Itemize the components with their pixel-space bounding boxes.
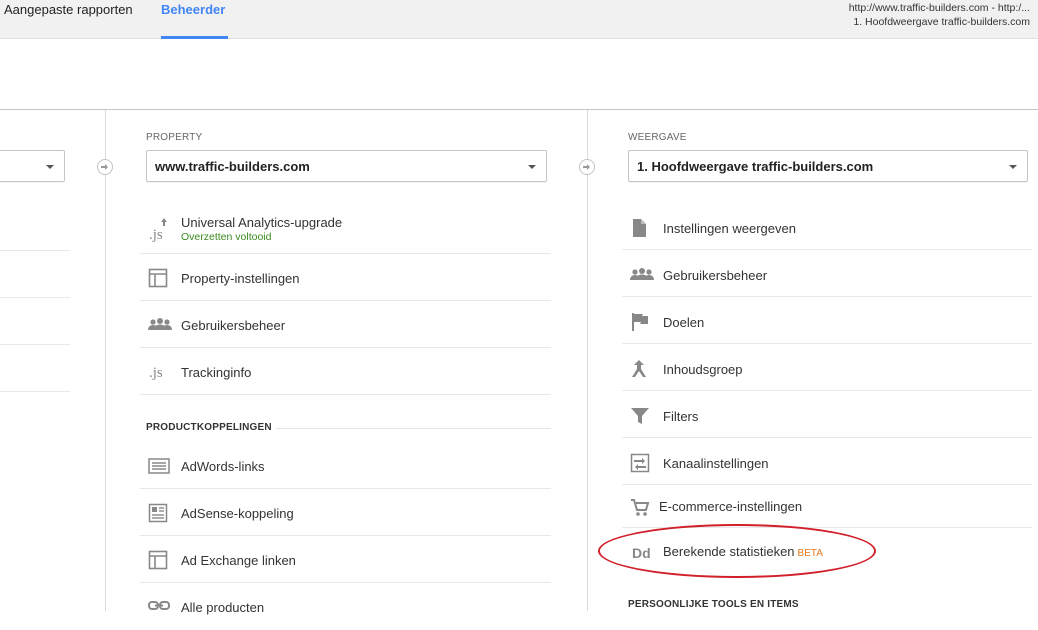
column-divider (587, 110, 588, 611)
svg-text:.js: .js (149, 227, 163, 242)
users-icon (630, 265, 654, 285)
js-icon: .js (148, 360, 170, 381)
tab-custom-reports[interactable]: Aangepaste rapporten (4, 0, 133, 38)
view-item-label: Kanaalinstellingen (663, 456, 769, 471)
view-item-goals[interactable]: Doelen (622, 297, 1032, 344)
ad-exchange-icon (148, 550, 170, 570)
account-item[interactable] (0, 251, 70, 298)
link-item-label: AdSense-koppeling (181, 506, 294, 521)
property-icon (148, 268, 170, 288)
view-item-label: Filters (663, 409, 699, 424)
header-divider (0, 109, 1038, 110)
property-item-settings[interactable]: Property-instellingen (140, 254, 551, 301)
upgrade-status: Overzetten voltooid (181, 231, 272, 243)
view-item-content-group[interactable]: Inhoudsgroep (622, 344, 1032, 391)
flag-icon (630, 312, 652, 332)
view-item-label: Doelen (663, 315, 705, 330)
link-item-label: Ad Exchange linken (181, 553, 296, 568)
channel-icon (630, 453, 652, 473)
property-item-label: Gebruikersbeheer (181, 318, 286, 333)
property-item-tracking[interactable]: .js Trackinginfo (140, 348, 551, 395)
cart-icon (630, 498, 652, 518)
link-icon (148, 597, 170, 617)
document-icon (630, 218, 652, 238)
view-item-users[interactable]: Gebruikersbeheer (622, 250, 1032, 297)
account-info[interactable]: http://www.traffic-builders.com - http:/… (849, 1, 1030, 29)
link-item-adwords[interactable]: AdWords-links (140, 442, 551, 489)
view-item-channel-settings[interactable]: Kanaalinstellingen (622, 438, 1032, 485)
property-select[interactable]: www.traffic-builders.com (146, 150, 547, 182)
view-item-label: E-commerce-instellingen (659, 499, 803, 514)
arrow-right-icon (579, 159, 595, 175)
account-item[interactable] (0, 204, 70, 251)
adwords-icon (148, 456, 170, 476)
filter-icon (630, 406, 652, 426)
view-select[interactable]: 1. Hoofdweergave traffic-builders.com (628, 150, 1028, 182)
section-divider (276, 428, 551, 429)
chevron-down-icon (528, 165, 536, 169)
view-item-label: Gebruikersbeheer (663, 268, 768, 283)
property-column-label: PROPERTY (146, 132, 203, 143)
account-select[interactable] (0, 150, 65, 182)
link-item-adsense[interactable]: AdSense-koppeling (140, 489, 551, 536)
users-icon (148, 315, 172, 335)
svg-text:.js: .js (149, 365, 163, 381)
view-item-label: Instellingen weergeven (663, 221, 796, 236)
view-column-label: WEERGAVE (628, 132, 687, 143)
top-bar: Aangepaste rapporten Beheerder http://ww… (0, 0, 1038, 39)
view-item-label: Inhoudsgroep (663, 362, 743, 377)
property-item-label: Trackinginfo (181, 365, 252, 380)
account-url: http://www.traffic-builders.com - http:/… (848, 2, 1030, 14)
view-item-ecommerce[interactable]: E-commerce-instellingen (622, 485, 1032, 528)
personal-tools-heading: PERSOONLIJKE TOOLS EN ITEMS (628, 599, 799, 610)
active-tab-indicator (161, 36, 228, 39)
tab-admin[interactable]: Beheerder (161, 0, 228, 39)
highlight-ellipse (598, 524, 876, 578)
account-view: 1. Hoofdweergave traffic-builders.com (853, 16, 1030, 28)
view-select-value: 1. Hoofdweergave traffic-builders.com (637, 159, 874, 174)
link-item-all-products[interactable]: Alle producten (140, 583, 551, 630)
property-item-label: Universal Analytics-upgrade (181, 215, 343, 230)
property-select-value: www.traffic-builders.com (155, 159, 310, 174)
link-item-label: Alle producten (181, 600, 265, 615)
column-divider (105, 110, 106, 611)
property-item-label: Property-instellingen (181, 271, 300, 286)
property-item-users[interactable]: Gebruikersbeheer (140, 301, 551, 348)
link-item-ad-exchange[interactable]: Ad Exchange linken (140, 536, 551, 583)
view-item-filters[interactable]: Filters (622, 391, 1032, 438)
tab-admin-label: Beheerder (161, 2, 226, 17)
account-item[interactable] (0, 298, 70, 345)
content-group-icon (630, 359, 652, 379)
arrow-right-icon (97, 159, 113, 175)
adsense-icon (148, 503, 170, 523)
property-item-ua-upgrade[interactable]: .js Universal Analytics-upgrade Overzett… (140, 207, 551, 254)
chevron-down-icon (46, 165, 54, 169)
chevron-down-icon (1009, 165, 1017, 169)
view-item-settings[interactable]: Instellingen weergeven (622, 203, 1032, 250)
product-links-heading: PRODUCTKOPPELINGEN (146, 422, 272, 433)
link-item-label: AdWords-links (181, 459, 265, 474)
js-upgrade-icon: .js (148, 216, 170, 243)
account-item[interactable] (0, 345, 70, 392)
